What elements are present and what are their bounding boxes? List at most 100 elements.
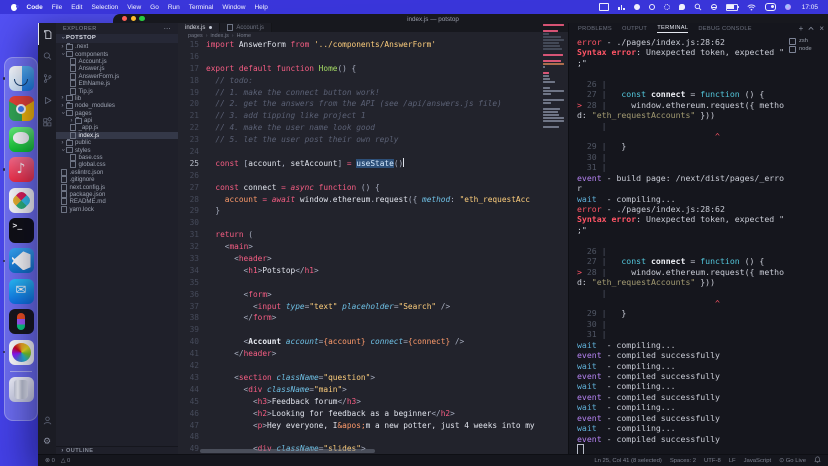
- dock-item-trash[interactable]: [9, 377, 34, 402]
- battery-icon[interactable]: [726, 4, 738, 11]
- close-panel-icon[interactable]: ×: [819, 25, 824, 33]
- project-root-folder[interactable]: › POTSTOP: [56, 34, 178, 43]
- search-icon[interactable]: [694, 3, 702, 11]
- tree-item-Answer.js[interactable]: Answer.js: [56, 65, 178, 72]
- dock-item-chrome[interactable]: [9, 96, 34, 121]
- menu-code[interactable]: Code: [27, 4, 43, 11]
- menu-file[interactable]: File: [52, 4, 62, 11]
- control-center-icon[interactable]: [765, 3, 776, 11]
- tree-item-package.json[interactable]: package.json: [56, 191, 178, 198]
- control-strip-icon[interactable]: [664, 4, 670, 10]
- tree-item-next.config.js[interactable]: next.config.js: [56, 183, 178, 190]
- scrollbar-thumb[interactable]: [200, 449, 375, 453]
- minimap[interactable]: [543, 24, 565, 129]
- menu-run[interactable]: Run: [168, 4, 180, 11]
- panel-tab-output[interactable]: OUTPUT: [622, 26, 647, 33]
- tree-item-lib[interactable]: ›lib: [56, 95, 178, 102]
- stats-icon[interactable]: [618, 4, 625, 10]
- terminal-session-zsh[interactable]: zsh: [785, 37, 827, 45]
- panel-tab-debug-console[interactable]: DEBUG CONSOLE: [698, 26, 752, 33]
- status-item[interactable]: Ln 25, Col 41 (8 selected): [594, 458, 661, 464]
- tree-item-Account.js[interactable]: Account.js: [56, 58, 178, 65]
- status-item[interactable]: UTF-8: [704, 458, 721, 464]
- status-item[interactable]: JavaScript: [744, 458, 772, 464]
- tree-item-EthName.js[interactable]: EthName.js: [56, 80, 178, 87]
- dock-item-slack[interactable]: [9, 188, 34, 213]
- status-item[interactable]: Spaces: 2: [670, 458, 696, 464]
- siri-icon[interactable]: [785, 4, 791, 10]
- breadcrumb-item-pages[interactable]: pages: [188, 33, 203, 39]
- screen-mirroring-icon[interactable]: [599, 3, 609, 11]
- tree-item-components[interactable]: ›components: [56, 50, 178, 57]
- zoom-window-button[interactable]: [139, 16, 144, 21]
- breadcrumb-item-Home[interactable]: Home: [237, 33, 251, 39]
- settings-gear-icon[interactable]: ⚙: [38, 431, 56, 453]
- tree-item-_app.js[interactable]: _app.js: [56, 124, 178, 131]
- dock-item-messages[interactable]: [9, 127, 34, 152]
- tree-item-api[interactable]: ›api: [56, 117, 178, 124]
- problems-indicator[interactable]: ⊗ 0 △ 0: [45, 458, 70, 464]
- activity-extensions-icon[interactable]: [38, 111, 56, 133]
- warning-icon[interactable]: △ 0: [61, 458, 70, 464]
- breadcrumb-item-index.js[interactable]: index.js: [210, 33, 228, 39]
- bell-icon[interactable]: [814, 456, 821, 465]
- close-window-button[interactable]: [122, 16, 127, 21]
- breadcrumb[interactable]: pages›index.js›Home: [178, 32, 568, 39]
- dock-item-finder[interactable]: [9, 66, 34, 91]
- menu-terminal[interactable]: Terminal: [189, 4, 214, 11]
- panel-tab-terminal[interactable]: TERMINAL: [657, 25, 688, 33]
- chat-icon[interactable]: [679, 4, 685, 10]
- dock-item-vscode[interactable]: [9, 248, 34, 273]
- tab-index.js[interactable]: index.js: [178, 23, 220, 32]
- dock-item-terminal[interactable]: [9, 218, 34, 243]
- status-item[interactable]: ⊙ Go Live: [779, 458, 806, 464]
- views-more-actions-icon[interactable]: ⋯: [164, 25, 171, 33]
- minimize-window-button[interactable]: [131, 16, 136, 21]
- tree-item-pages[interactable]: ›pages: [56, 110, 178, 117]
- menu-selection[interactable]: Selection: [91, 4, 118, 11]
- dock-item-figma[interactable]: [9, 309, 34, 334]
- error-icon[interactable]: ⊗ 0: [45, 458, 55, 464]
- menu-help[interactable]: Help: [254, 4, 267, 11]
- menu-edit[interactable]: Edit: [71, 4, 82, 11]
- dock-item-music[interactable]: [9, 157, 34, 182]
- activity-search-icon[interactable]: [38, 45, 56, 67]
- clock[interactable]: 17:05: [802, 4, 818, 11]
- activity-source-control-icon[interactable]: [38, 67, 56, 89]
- terminal-output[interactable]: error - ./pages/index.js:28:62Syntax err…: [577, 37, 784, 455]
- dock-item-photos[interactable]: [9, 340, 34, 365]
- tree-item-styles[interactable]: ›styles: [56, 146, 178, 153]
- menu-window[interactable]: Window: [222, 4, 245, 11]
- tree-item-Tip.js[interactable]: Tip.js: [56, 87, 178, 94]
- tree-item-.next[interactable]: ›.next: [56, 43, 178, 50]
- tab-Account.js[interactable]: Account.js: [220, 23, 272, 32]
- menu-go[interactable]: Go: [150, 4, 159, 11]
- tree-item-node_modules[interactable]: ›node_modules: [56, 102, 178, 109]
- tree-item-yarn.lock[interactable]: yarn.lock: [56, 206, 178, 213]
- tree-item-.gitignore[interactable]: .gitignore: [56, 176, 178, 183]
- menu-view[interactable]: View: [127, 4, 141, 11]
- new-terminal-icon[interactable]: +: [799, 25, 804, 33]
- panel-tab-problems[interactable]: PROBLEMS: [578, 26, 612, 33]
- tree-item-AnswerForm.js[interactable]: AnswerForm.js: [56, 73, 178, 80]
- dock-item-mail[interactable]: [9, 279, 34, 304]
- window-titlebar[interactable]: [113, 14, 828, 23]
- account-icon[interactable]: [38, 409, 56, 431]
- activity-run-debug-icon[interactable]: [38, 89, 56, 111]
- apple-menu-icon[interactable]: [10, 3, 18, 11]
- tree-item-public[interactable]: ›public: [56, 139, 178, 146]
- tree-item-README.md[interactable]: README.md: [56, 198, 178, 205]
- tree-item-base.css[interactable]: base.css: [56, 154, 178, 161]
- wifi-icon[interactable]: [747, 4, 756, 11]
- code-area[interactable]: 15import AnswerForm from '../components/…: [178, 39, 542, 455]
- record-icon[interactable]: [649, 4, 655, 10]
- dnd-icon[interactable]: [711, 4, 717, 10]
- status-item[interactable]: LF: [729, 458, 736, 464]
- tree-item-global.css[interactable]: global.css: [56, 161, 178, 168]
- terminal-session-node[interactable]: node: [785, 45, 827, 53]
- tree-item-index.js[interactable]: index.js: [56, 132, 178, 139]
- moon-icon[interactable]: [634, 4, 640, 10]
- tree-item-.eslintrc.json[interactable]: .eslintrc.json: [56, 169, 178, 176]
- activity-explorer-icon[interactable]: [38, 23, 56, 45]
- panel-maximize-icon[interactable]: [808, 25, 814, 33]
